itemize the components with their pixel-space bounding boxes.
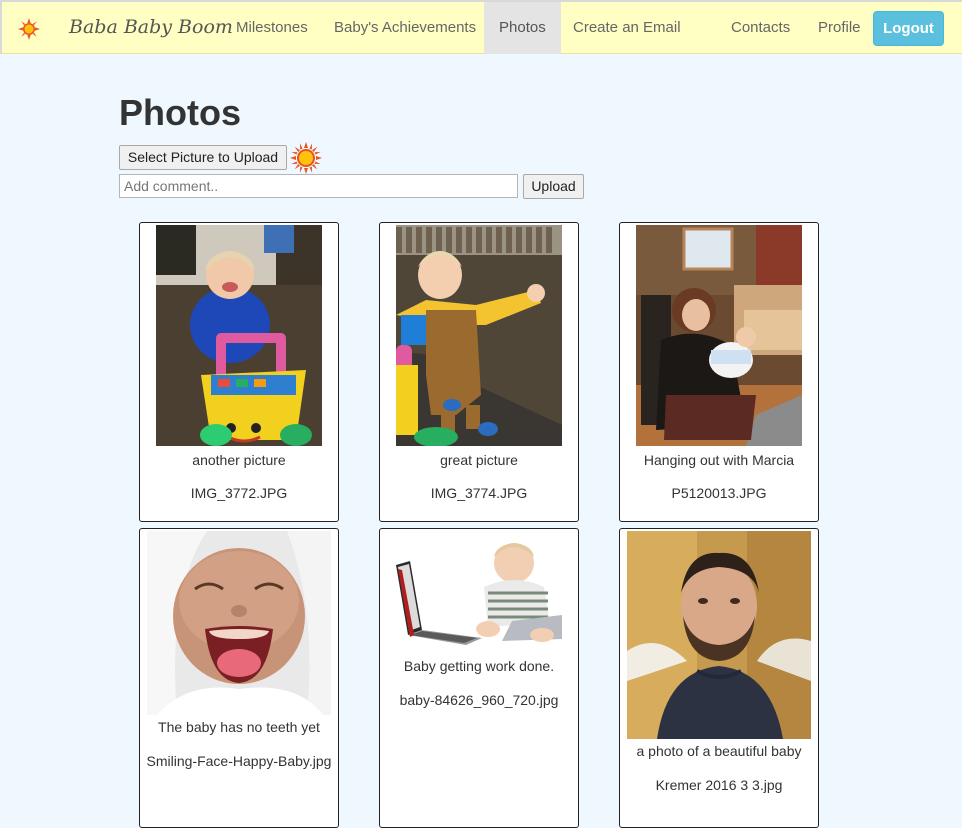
photo-thumbnail[interactable] bbox=[636, 225, 802, 446]
photo-filename: Smiling-Face-Happy-Baby.jpg bbox=[146, 753, 332, 769]
nav-item-milestones[interactable]: Milestones bbox=[221, 2, 323, 54]
photo-caption: another picture bbox=[192, 452, 286, 468]
photo-caption: Hanging out with Marcia bbox=[643, 452, 795, 468]
logout-button[interactable]: Logout bbox=[873, 11, 944, 46]
photo-thumbnail[interactable] bbox=[147, 531, 331, 715]
upload-button[interactable]: Upload bbox=[523, 174, 584, 199]
photo-thumbnail[interactable] bbox=[627, 531, 811, 739]
nav-item-photos[interactable]: Photos bbox=[484, 2, 561, 54]
photo-caption: Baby getting work done. bbox=[403, 658, 555, 674]
photo-filename: IMG_3772.JPG bbox=[190, 485, 288, 501]
photo-filename: P5120013.JPG bbox=[671, 485, 767, 501]
brand-title[interactable]: Baba Baby Boom bbox=[69, 16, 233, 38]
sun-icon[interactable] bbox=[18, 18, 40, 40]
navbar: Baba Baby Boom Milestones Baby's Achieve… bbox=[0, 0, 962, 54]
photo-card[interactable]: another picture IMG_3772.JPG bbox=[139, 222, 339, 522]
photo-card[interactable]: Baby getting work done. baby-84626_960_7… bbox=[379, 528, 579, 828]
photo-thumbnail[interactable] bbox=[396, 225, 562, 446]
nav-item-contacts[interactable]: Contacts bbox=[716, 2, 805, 54]
sun-icon bbox=[290, 142, 322, 174]
nav-item-babys-achievements[interactable]: Baby's Achievements bbox=[319, 2, 491, 54]
comment-input[interactable] bbox=[119, 174, 518, 198]
photo-filename: baby-84626_960_720.jpg bbox=[399, 692, 559, 708]
page-title: Photos bbox=[119, 92, 241, 133]
photo-card[interactable]: great picture IMG_3774.JPG bbox=[379, 222, 579, 522]
photo-card[interactable]: Hanging out with Marcia P5120013.JPG bbox=[619, 222, 819, 522]
photo-caption: The baby has no teeth yet bbox=[158, 719, 320, 735]
photo-thumbnail[interactable] bbox=[392, 535, 564, 647]
photo-caption: a photo of a beautiful baby bbox=[636, 743, 802, 759]
select-picture-button[interactable]: Select Picture to Upload bbox=[119, 145, 287, 170]
photo-thumbnail[interactable] bbox=[156, 225, 322, 446]
photo-filename: IMG_3774.JPG bbox=[430, 485, 528, 501]
photo-card[interactable]: a photo of a beautiful baby Kremer 2016 … bbox=[619, 528, 819, 828]
photo-card[interactable]: The baby has no teeth yet Smiling-Face-H… bbox=[139, 528, 339, 828]
photo-filename: Kremer 2016 3 3.jpg bbox=[655, 777, 783, 793]
photo-caption: great picture bbox=[440, 452, 518, 468]
nav-item-profile[interactable]: Profile bbox=[803, 2, 876, 54]
nav-item-create-email[interactable]: Create an Email bbox=[558, 2, 696, 54]
